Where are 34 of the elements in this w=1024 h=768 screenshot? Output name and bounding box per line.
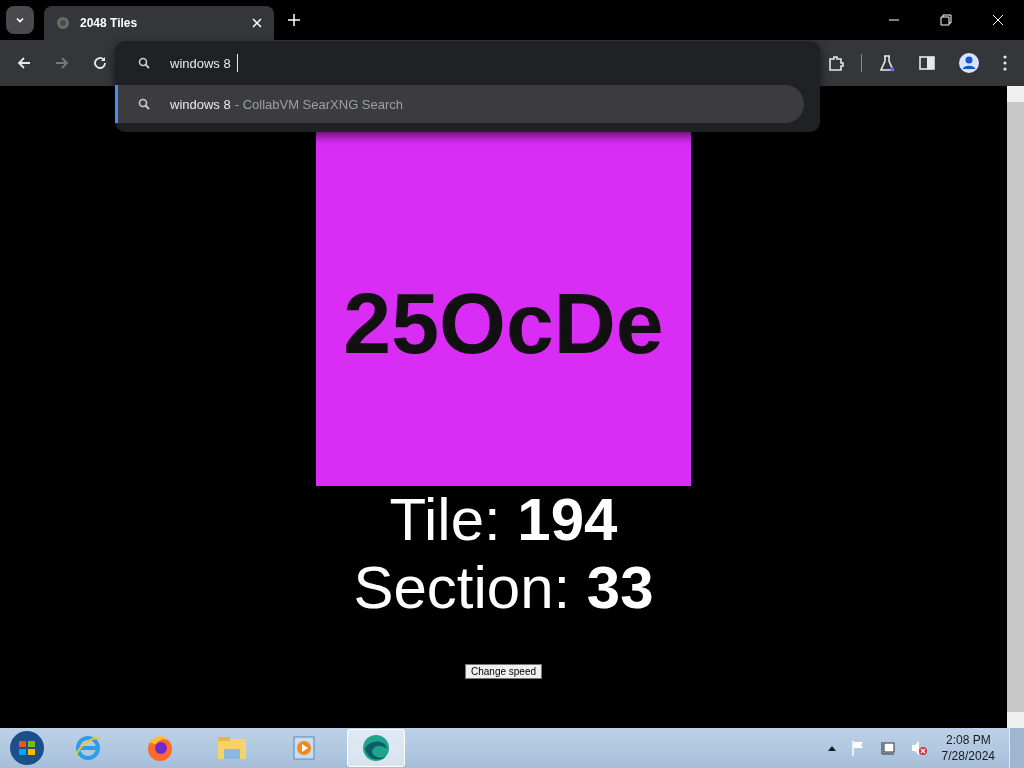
profile-icon[interactable] — [958, 52, 980, 74]
letter-e-icon — [73, 733, 103, 763]
tab-search-button[interactable] — [6, 6, 34, 34]
close-icon[interactable] — [252, 18, 262, 28]
wave-icon — [360, 732, 392, 764]
tile-text: 25OcDe — [343, 274, 664, 373]
clock[interactable]: 2:08 PM 7/28/2024 — [941, 732, 995, 764]
stat-text: Section: 33 — [353, 554, 654, 622]
back-icon[interactable] — [16, 55, 32, 71]
side-panel-icon[interactable] — [918, 54, 936, 72]
fox-globe-icon — [145, 733, 175, 763]
taskbar-app[interactable] — [347, 729, 405, 767]
search-icon — [138, 57, 150, 69]
muted-speaker-icon[interactable] — [909, 740, 928, 756]
browser-tab[interactable]: 2048 Tiles — [44, 6, 274, 40]
restore-icon[interactable] — [940, 14, 952, 26]
search-icon — [138, 98, 150, 110]
stat-text: Tile: 194 — [389, 486, 618, 554]
network-icon[interactable] — [879, 740, 896, 756]
new-tab-icon[interactable] — [288, 14, 300, 26]
forward-icon[interactable] — [54, 55, 70, 71]
change-speed-button[interactable]: Change speed — [464, 664, 543, 679]
reload-icon[interactable] — [92, 55, 108, 71]
start-button[interactable] — [9, 730, 45, 766]
tab-title: 2048 Tiles — [80, 16, 139, 30]
globe-icon — [56, 16, 70, 30]
suggestion-item[interactable]: windows 8 - CollabVM SearXNG Search — [115, 85, 804, 123]
chevron-icon — [15, 15, 25, 25]
puzzle-icon[interactable] — [827, 54, 845, 72]
flask-icon[interactable] — [878, 54, 896, 72]
close-icon[interactable] — [992, 14, 1004, 26]
scrollbar[interactable] — [1007, 86, 1024, 728]
tray-arrow-icon[interactable] — [827, 745, 836, 751]
menu-icon[interactable] — [1002, 54, 1008, 72]
